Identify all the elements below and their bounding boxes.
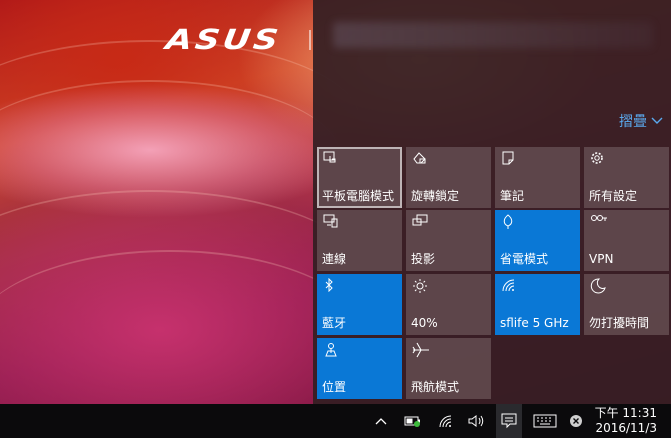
collapse-button[interactable]: 摺疊: [619, 111, 663, 131]
panel-divider: [309, 30, 311, 50]
tile-airplane-mode[interactable]: 飛航模式: [406, 338, 491, 399]
action-center: 摺疊 平板電腦模式 旋轉鎖定 筆記 所有設定 連線 投影 省電模式 VPN 藍牙…: [313, 0, 671, 404]
action-center-icon[interactable]: [496, 404, 522, 438]
wifi-tray-icon[interactable]: [435, 404, 457, 438]
show-hidden-icons-chevron-up-icon[interactable]: [370, 404, 392, 438]
gear-icon: [590, 151, 604, 165]
tile-location[interactable]: 位置: [317, 338, 402, 399]
tile-rotation-lock[interactable]: 旋轉鎖定: [406, 147, 491, 208]
airplane-icon: [412, 342, 430, 358]
brightness-icon: [412, 278, 428, 294]
touch-keyboard-icon[interactable]: [530, 404, 560, 438]
project-icon: [412, 214, 428, 228]
tile-label: 旋轉鎖定: [411, 189, 460, 203]
tile-label: 藍牙: [322, 316, 347, 330]
tile-label: 40%: [411, 316, 438, 330]
tile-label: 連線: [322, 252, 347, 266]
tile-wifi[interactable]: sflife 5 GHz: [495, 274, 580, 335]
tablet-mode-icon: [323, 151, 339, 165]
note-icon: [501, 151, 515, 165]
tile-connect[interactable]: 連線: [317, 210, 402, 271]
taskbar-clock[interactable]: 下午 11:31 2016/11/3: [595, 406, 657, 436]
tile-label: sflife 5 GHz: [500, 316, 569, 330]
close-circle-icon[interactable]: [565, 404, 587, 438]
location-icon: [323, 342, 339, 358]
taskbar: 下午 11:31 2016/11/3: [0, 404, 671, 438]
tile-label: VPN: [589, 252, 614, 266]
tile-bluetooth[interactable]: 藍牙: [317, 274, 402, 335]
quiet-hours-icon: [590, 278, 606, 294]
battery-saver-icon: [501, 214, 515, 230]
bluetooth-icon: [323, 278, 335, 292]
blurred-notification: [333, 22, 653, 48]
tile-tablet-mode[interactable]: 平板電腦模式: [317, 147, 402, 208]
tile-label: 所有設定: [589, 189, 638, 203]
tile-label: 飛航模式: [411, 380, 460, 394]
tile-label: 筆記: [500, 189, 525, 203]
rotation-lock-icon: [412, 151, 428, 165]
battery-charging-icon[interactable]: [402, 404, 424, 438]
tile-label: 投影: [411, 252, 436, 266]
volume-icon[interactable]: [466, 404, 488, 438]
tile-label: 省電模式: [500, 252, 549, 266]
wifi-icon: [501, 278, 517, 292]
vpn-icon: [590, 214, 608, 224]
clock-time: 下午 11:31: [594, 406, 657, 420]
collapse-label: 摺疊: [619, 114, 647, 130]
tile-vpn[interactable]: VPN: [584, 210, 669, 271]
chevron-down-icon: [651, 114, 663, 128]
tile-note[interactable]: 筆記: [495, 147, 580, 208]
tile-brightness[interactable]: 40%: [406, 274, 491, 335]
clock-date: 2016/11/3: [595, 421, 657, 435]
tile-label: 位置: [322, 380, 347, 394]
tile-battery-saver[interactable]: 省電模式: [495, 210, 580, 271]
tile-project[interactable]: 投影: [406, 210, 491, 271]
tile-label: 平板電腦模式: [322, 189, 395, 203]
tile-quiet-hours[interactable]: 勿打擾時間: [584, 274, 669, 335]
asus-logo: ASUS: [163, 23, 284, 57]
tile-label: 勿打擾時間: [589, 316, 650, 330]
tile-all-settings[interactable]: 所有設定: [584, 147, 669, 208]
connect-icon: [323, 214, 339, 228]
